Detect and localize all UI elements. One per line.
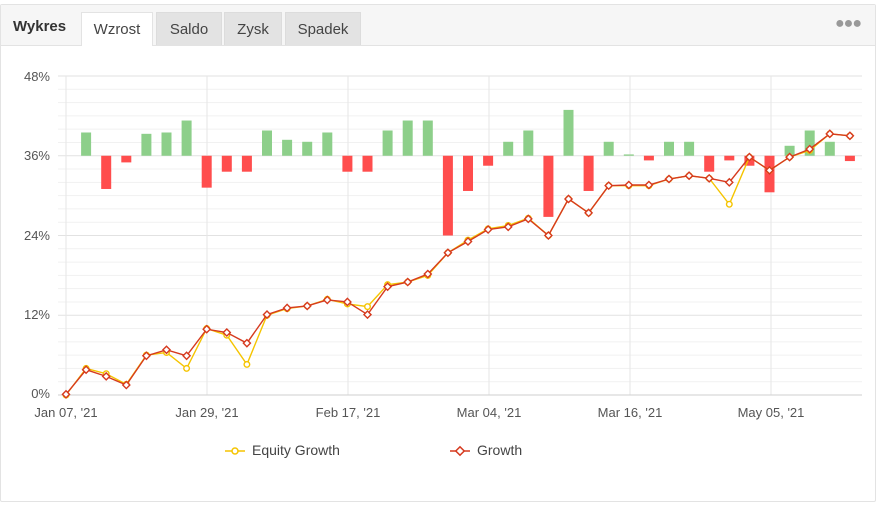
axes: 0% 12% 24% 36% 48% Jan 07, '21 Jan 29, '…: [24, 69, 804, 420]
y-tick-label: 12%: [24, 307, 50, 322]
x-tick-label: Jan 07, '21: [34, 405, 97, 420]
bar: [181, 120, 192, 156]
bar: [141, 133, 152, 156]
bar: [382, 130, 393, 156]
y-tick-label: 36%: [24, 148, 50, 163]
bar: [322, 132, 333, 156]
equity-growth-point: [183, 364, 191, 372]
bar: [603, 141, 614, 156]
bar: [442, 155, 453, 236]
x-tick-label: Jan 29, '21: [175, 405, 238, 420]
bar: [422, 120, 433, 156]
grid: [58, 75, 862, 396]
equity-growth-point: [364, 303, 372, 311]
bar: [523, 130, 534, 156]
bar: [81, 132, 92, 156]
bar: [844, 155, 855, 162]
bar: [643, 155, 654, 161]
bar: [684, 141, 695, 156]
bar: [824, 141, 835, 156]
bar: [503, 141, 514, 156]
x-tick-label: May 05, '21: [738, 405, 805, 420]
x-tick-label: Mar 16, '21: [598, 405, 663, 420]
bar: [201, 155, 212, 188]
bar: [563, 109, 574, 156]
line-series: [61, 129, 855, 399]
bar: [101, 155, 112, 189]
bar: [724, 155, 735, 161]
bar: [463, 155, 473, 191]
legend-item-equity-growth[interactable]: Equity Growth: [225, 442, 340, 458]
bar: [704, 155, 715, 172]
bar: [282, 139, 293, 156]
bar: [583, 155, 594, 191]
y-tick-label: 24%: [24, 228, 50, 243]
x-tick-label: Mar 04, '21: [457, 405, 522, 420]
y-tick-label: 48%: [24, 69, 50, 84]
bar: [221, 155, 232, 172]
equity-growth-point: [725, 200, 733, 208]
bar: [362, 155, 373, 172]
bar: [664, 141, 674, 156]
bar: [161, 132, 172, 156]
bar: [121, 155, 132, 163]
bar: [402, 120, 413, 156]
bar: [262, 130, 272, 156]
growth-chart: 0% 12% 24% 36% 48% Jan 07, '21 Jan 29, '…: [24, 69, 862, 458]
bar: [241, 155, 252, 172]
legend-label: Growth: [477, 442, 522, 458]
bar: [543, 155, 554, 217]
bar: [623, 154, 634, 156]
bar: [483, 155, 494, 166]
bar: [342, 155, 353, 172]
equity-growth-point: [243, 360, 251, 368]
x-tick-label: Feb 17, '21: [316, 405, 381, 420]
y-tick-label: 0%: [31, 386, 50, 401]
legend: Equity Growth Growth: [225, 442, 522, 458]
bar: [302, 141, 313, 156]
legend-item-growth[interactable]: Growth: [450, 442, 522, 458]
legend-label: Equity Growth: [252, 442, 340, 458]
